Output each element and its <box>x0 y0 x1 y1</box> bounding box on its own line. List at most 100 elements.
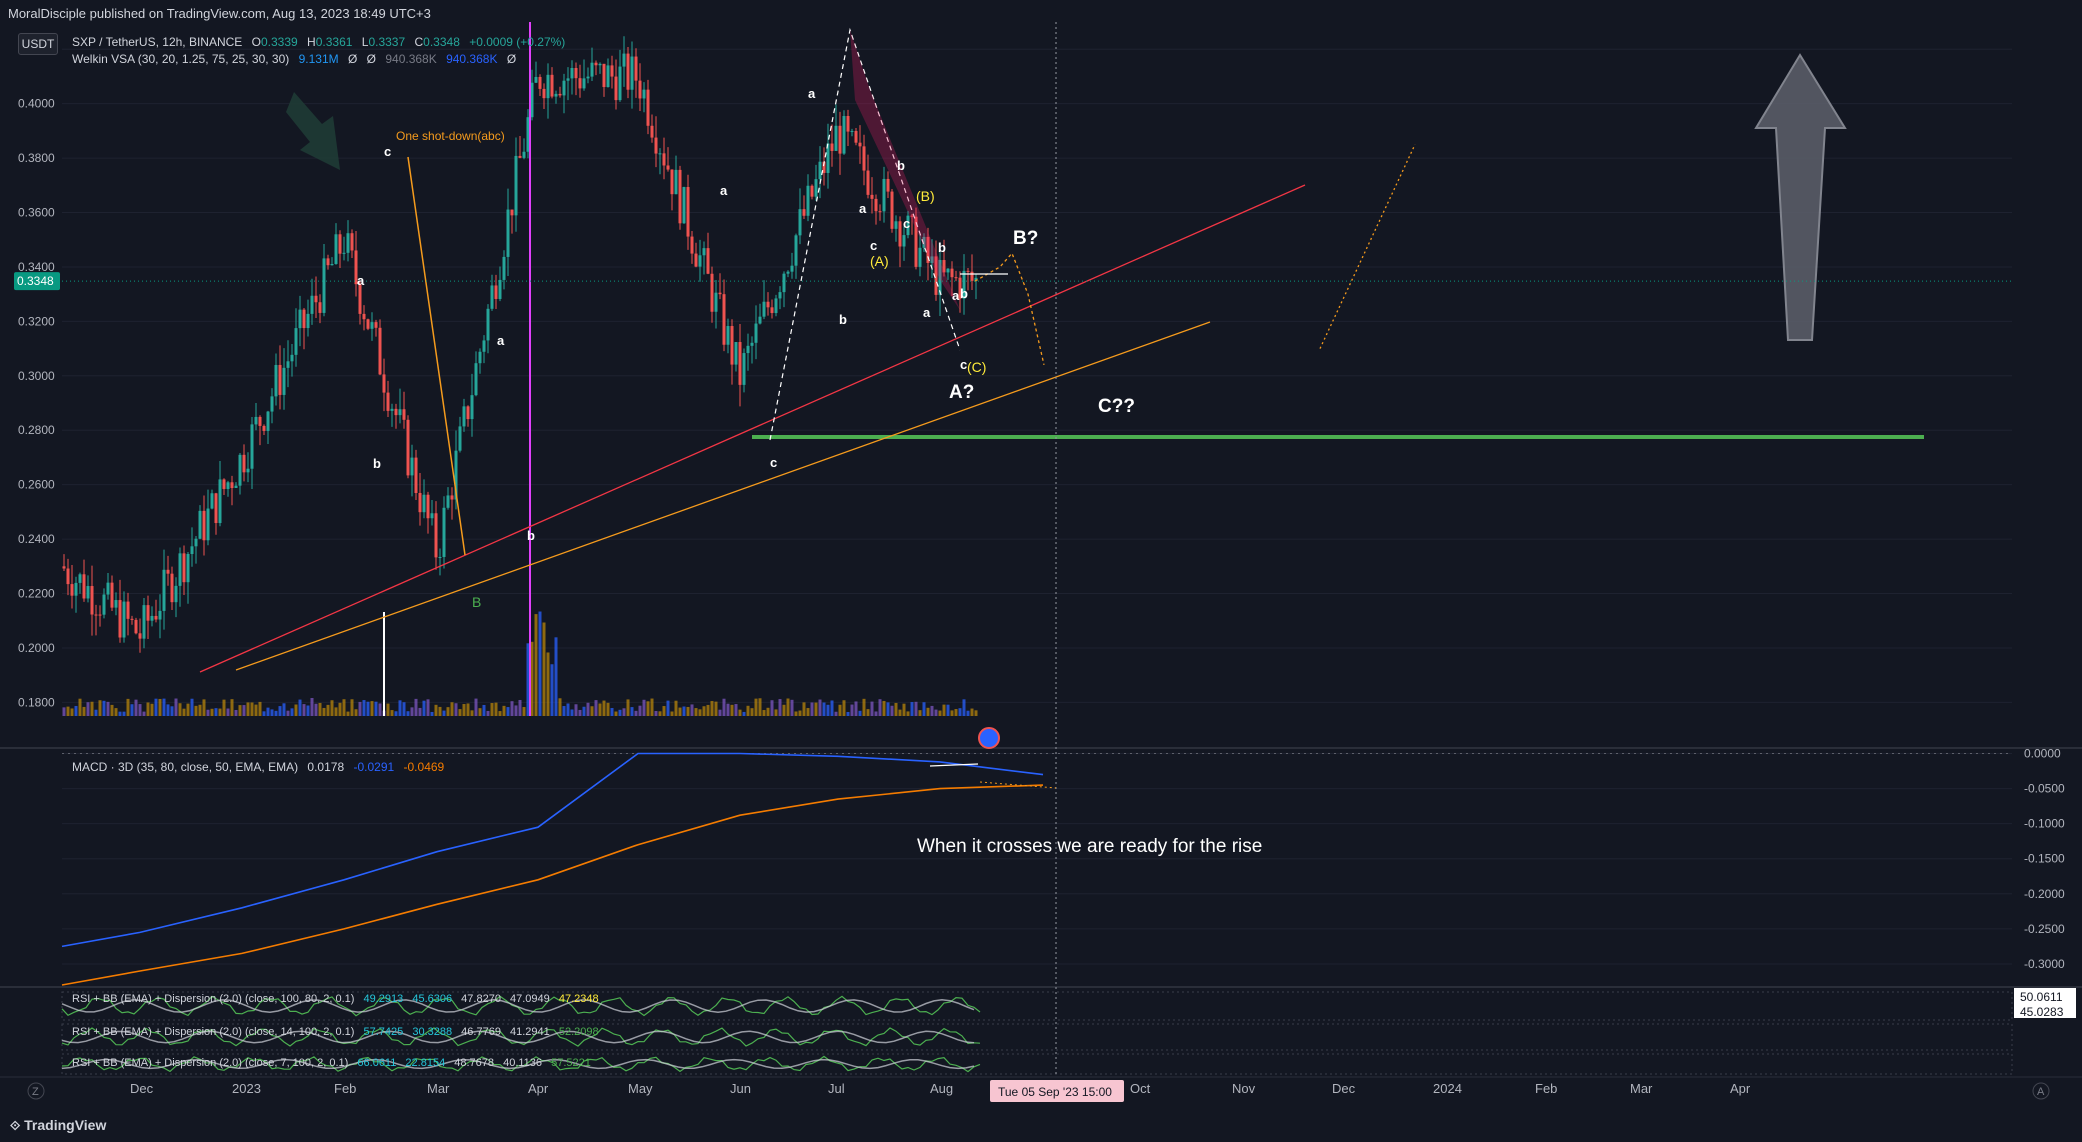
candle-body <box>70 584 74 596</box>
macd-tick-label: 0.0000 <box>2024 747 2061 761</box>
rsi-1-name[interactable]: RSI + BB (EMA) + Dispersion (2.0) (close… <box>72 993 354 1005</box>
volume-bar <box>202 699 206 716</box>
candle-body <box>466 406 470 420</box>
trendline-orange <box>235 321 1211 671</box>
candle-body <box>766 301 770 308</box>
candle-body <box>322 258 326 313</box>
candle-body <box>234 485 238 489</box>
volume-bar <box>226 708 230 716</box>
candle-body <box>694 253 698 267</box>
candle-body <box>850 130 854 132</box>
tradingview-logo[interactable]: ⟐ TradingView <box>10 1117 106 1134</box>
volume-bar <box>190 698 194 716</box>
candle-body <box>482 340 486 352</box>
current-price-label: 0.3348 <box>17 274 54 288</box>
rsi-3-name[interactable]: RSI + BB (EMA) + Dispersion (2.0) (close… <box>72 1057 348 1069</box>
volume-bar <box>346 711 350 716</box>
rsi-legend-3: RSI + BB (EMA) + Dispersion (2.0) (close… <box>72 1057 597 1069</box>
symbol-title[interactable]: SXP / TetherUS, 12h, BINANCE <box>72 35 242 49</box>
price-tick-label: 0.2000 <box>18 641 55 655</box>
volume-bar <box>890 705 894 716</box>
candle-body <box>782 273 786 293</box>
candle-body <box>122 601 126 638</box>
time-tick-label: Jul <box>828 1081 845 1096</box>
volume-bar <box>470 710 474 716</box>
candle-body <box>62 566 66 569</box>
volume-bar <box>86 702 90 716</box>
volume-bar <box>918 710 922 716</box>
volume-bar <box>722 698 726 716</box>
candle-body <box>866 170 870 195</box>
chart-canvas[interactable]: 0.42000.40000.38000.36000.34000.32000.30… <box>0 0 2082 1142</box>
volume-bar <box>806 708 810 716</box>
annotation-wave-label: a <box>808 86 816 101</box>
candle-body <box>302 309 306 329</box>
candle-body <box>186 553 190 583</box>
volume-bar <box>862 698 866 716</box>
volume-bar <box>366 701 370 716</box>
volume-bar <box>970 708 974 716</box>
volume-bar <box>974 710 978 716</box>
candle-body <box>258 416 262 426</box>
candle-body <box>786 271 790 274</box>
vsa-value-5: 940.368K <box>446 52 498 66</box>
candle-body <box>342 252 346 254</box>
volume-bar <box>482 704 486 716</box>
volume-bar <box>490 703 494 716</box>
volume-bar <box>370 701 374 716</box>
rsi-2-name[interactable]: RSI + BB (EMA) + Dispersion (2.0) (close… <box>72 1026 354 1038</box>
rsi-1-v3: 47.8270 <box>461 993 501 1005</box>
volume-bar <box>502 705 506 716</box>
candle-body <box>746 345 750 354</box>
candle-body <box>182 553 186 583</box>
candle-body <box>198 510 202 539</box>
macd-name[interactable]: MACD · 3D (35, 80, close, 50, EMA, EMA) <box>72 760 298 774</box>
candle-body <box>798 209 802 236</box>
candle-body <box>554 93 558 97</box>
macd-hist-value: 0.0178 <box>307 760 345 774</box>
volume-bar <box>762 710 766 716</box>
candle-body <box>946 268 950 273</box>
candle-body <box>358 284 362 314</box>
currency-button[interactable]: USDT <box>18 33 58 55</box>
candle-body <box>602 63 606 88</box>
annotation-wave-label: a <box>720 183 728 198</box>
time-tick-label: Apr <box>528 1081 549 1096</box>
volume-bar <box>630 707 634 716</box>
candle-body <box>166 569 170 574</box>
candle-body <box>86 586 90 599</box>
price-tick-label: 0.2200 <box>18 587 55 601</box>
volume-bar <box>402 702 406 716</box>
signal-value: -0.0469 <box>403 760 445 774</box>
annotation-wave-label: c <box>870 238 877 253</box>
volume-bar <box>450 702 454 716</box>
candle-body <box>230 482 234 489</box>
volume-bar <box>818 699 822 716</box>
volume-bar <box>654 711 658 716</box>
candle-body <box>242 454 246 473</box>
candle-body <box>778 292 782 299</box>
volume-bar <box>758 698 762 716</box>
main-legend: SXP / TetherUS, 12h, BINANCE O0.3339 H0.… <box>72 35 571 49</box>
candle-body <box>582 78 586 89</box>
vsa-value-2: Ø <box>347 52 358 66</box>
candle-body <box>654 137 658 154</box>
volume-bar <box>362 700 366 716</box>
volume-bar <box>522 707 526 716</box>
candle-body <box>450 495 454 500</box>
time-tick-label: Jun <box>730 1081 751 1096</box>
rsi-2-v4: 41.2941 <box>510 1026 550 1038</box>
candle-body <box>470 395 474 420</box>
candle-body <box>314 295 318 303</box>
candle-body <box>382 374 386 393</box>
candle-body <box>818 161 822 180</box>
macd-legend: MACD · 3D (35, 80, close, 50, EMA, EMA) … <box>72 760 450 774</box>
volume-bar <box>378 703 382 716</box>
volume-bar <box>534 614 538 716</box>
candle-body <box>646 89 650 126</box>
volume-bar <box>194 705 198 716</box>
candle-body <box>534 76 538 83</box>
rsi-1-v5: 47.2348 <box>558 993 599 1005</box>
candle-body <box>334 234 338 264</box>
vsa-name[interactable]: Welkin VSA (30, 20, 1.25, 75, 25, 30, 30… <box>72 52 289 66</box>
